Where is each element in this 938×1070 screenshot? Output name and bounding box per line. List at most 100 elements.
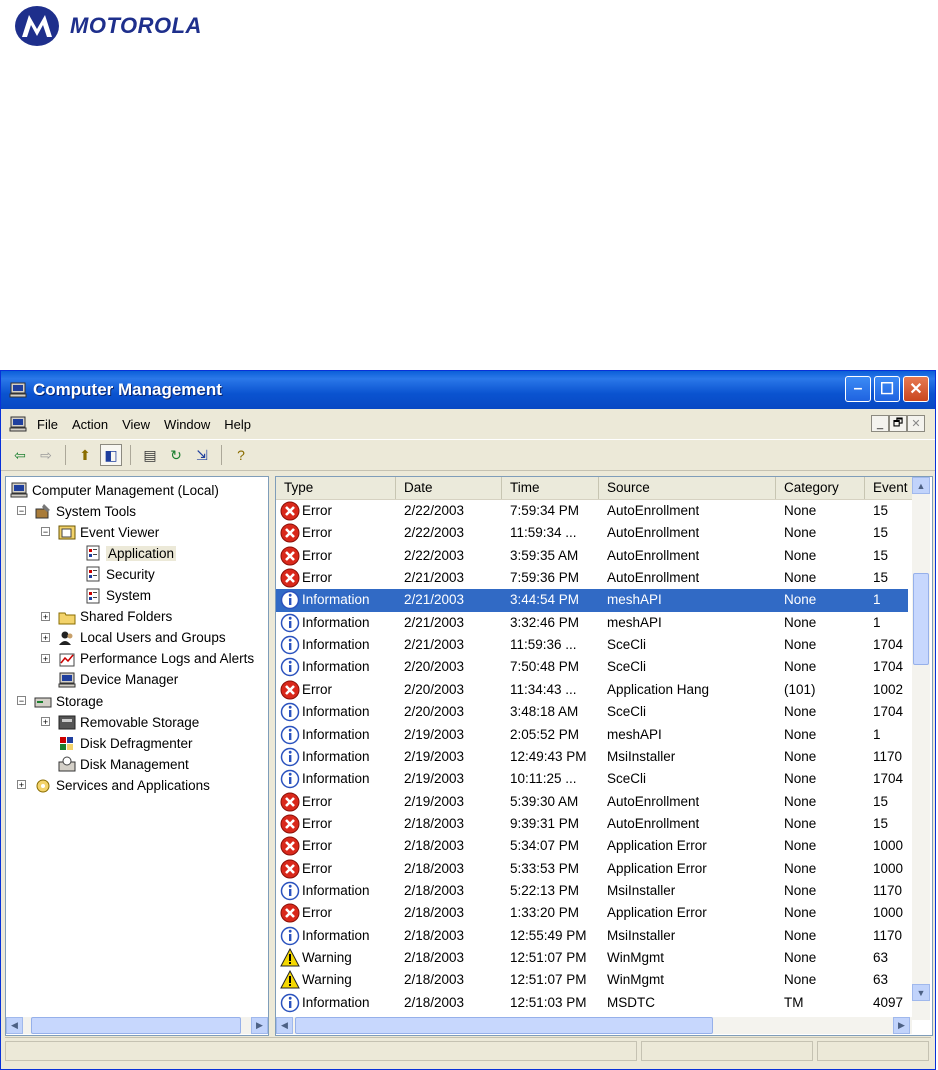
scroll-left-icon[interactable]: ◀ <box>6 1017 23 1034</box>
tree-node-disk-defragmenter[interactable]: Disk Defragmenter <box>58 733 193 753</box>
column-type[interactable]: Type <box>276 477 396 499</box>
refresh-icon[interactable]: ↻ <box>165 444 187 466</box>
scroll-thumb[interactable] <box>913 573 929 665</box>
table-row[interactable]: Error 2/19/2003 5:39:30 AM AutoEnrollment No… <box>276 791 908 813</box>
minimize-button[interactable]: – <box>845 376 871 402</box>
close-button[interactable]: ✕ <box>903 376 929 402</box>
cell-category: (101) <box>784 681 816 697</box>
table-row[interactable]: Error 2/18/2003 5:33:53 PM Application Erro… <box>276 858 908 880</box>
tree-horizontal-scrollbar[interactable]: ◀ ▶ <box>6 1017 268 1034</box>
table-row[interactable]: Error 2/18/2003 9:39:31 PM AutoEnrollment No… <box>276 813 908 835</box>
table-row[interactable]: Error 2/22/2003 11:59:34 ... AutoEnrollment… <box>276 522 908 544</box>
tree-node-event-viewer[interactable]: Event Viewer <box>58 522 159 542</box>
mdi-minimize-button[interactable]: _ <box>871 415 889 432</box>
table-row[interactable]: Information 2/19/2003 12:49:43 PM MsiInstal… <box>276 746 908 768</box>
tree-node-security[interactable]: Security <box>84 564 155 584</box>
mdi-restore-button[interactable]: 🗗 <box>889 415 907 432</box>
tree-expander-icon[interactable]: + <box>41 717 50 727</box>
table-row[interactable]: Information 2/19/2003 2:05:52 PM meshAPI Non… <box>276 724 908 746</box>
column-category[interactable]: Category <box>776 477 865 499</box>
column-time[interactable]: Time <box>502 477 599 499</box>
table-row[interactable]: Information 2/20/2003 3:48:18 AM SceCli None… <box>276 701 908 723</box>
table-row[interactable]: Error 2/22/2003 3:59:35 AM AutoEnrollment No… <box>276 545 908 567</box>
maximize-button[interactable]: ☐ <box>874 376 900 402</box>
cell-time: 12:49:43 PM <box>510 748 587 764</box>
table-row[interactable]: Warning 2/18/2003 12:51:07 PM WinMgmt None 63 <box>276 947 908 969</box>
mdi-close-button[interactable]: ✕ <box>907 415 925 432</box>
column-source[interactable]: Source <box>599 477 776 499</box>
scroll-right-icon[interactable]: ▶ <box>251 1017 268 1034</box>
scroll-thumb[interactable] <box>295 1017 713 1034</box>
cell-type: Error <box>280 679 332 701</box>
list-vertical-scrollbar[interactable]: ▲ ▼ <box>912 477 930 1020</box>
table-row[interactable]: Information 2/21/2003 11:59:36 ... SceCli No… <box>276 634 908 656</box>
tree-expander-icon[interactable]: − <box>17 696 26 706</box>
table-row[interactable]: Information 2/21/2003 3:44:54 PM meshAPI Non… <box>276 589 908 612</box>
scroll-thumb[interactable] <box>31 1017 241 1034</box>
table-row[interactable]: Warning 2/18/2003 12:51:07 PM WinMgmt None 63 <box>276 969 908 991</box>
cell-time: 5:39:30 AM <box>510 793 579 809</box>
properties-icon[interactable]: ▤ <box>139 444 161 466</box>
tree-node-system-tools[interactable]: System Tools <box>34 501 136 521</box>
column-date[interactable]: Date <box>396 477 502 499</box>
tree-expander-icon[interactable]: − <box>17 506 26 516</box>
scroll-down-icon[interactable]: ▼ <box>912 984 930 1001</box>
menu-action[interactable]: Action <box>72 417 108 432</box>
up-folder-icon[interactable]: ⬆ <box>74 444 96 466</box>
table-row[interactable]: Information 2/19/2003 10:11:25 ... SceCli No… <box>276 768 908 790</box>
tree-node-device-manager[interactable]: Device Manager <box>58 670 178 690</box>
forward-arrow-icon[interactable]: ⇨ <box>35 444 57 466</box>
cell-event: 1704 <box>873 704 904 720</box>
tree-node-disk-management[interactable]: Disk Management <box>58 754 189 774</box>
tree-expander-icon[interactable]: + <box>41 632 50 642</box>
show-hide-tree-icon[interactable]: ◧ <box>100 444 122 466</box>
cell-type: Error <box>280 567 332 589</box>
menu-help[interactable]: Help <box>224 417 251 432</box>
menu-window[interactable]: Window <box>164 417 210 432</box>
table-row[interactable]: Error 2/22/2003 7:59:34 PM AutoEnrollment No… <box>276 500 908 522</box>
cell-date: 2/20/2003 <box>404 659 465 675</box>
motorola-batwing-icon <box>15 6 59 46</box>
table-row[interactable]: Information 2/18/2003 12:51:03 PM MSDTC TM 40… <box>276 992 908 1014</box>
scroll-up-icon[interactable]: ▲ <box>912 477 930 494</box>
back-arrow-icon[interactable]: ⇦ <box>9 444 31 466</box>
cell-event: 1170 <box>873 748 903 764</box>
scroll-right-icon[interactable]: ▶ <box>893 1017 910 1034</box>
type-label: Error <box>302 503 332 518</box>
scroll-left-icon[interactable]: ◀ <box>276 1017 293 1034</box>
list-horizontal-scrollbar[interactable]: ◀ ▶ <box>276 1017 912 1034</box>
tree-node-computer-management-local[interactable]: Computer Management (Local) <box>10 480 219 500</box>
cell-category: None <box>784 748 817 764</box>
tree-expander-icon[interactable]: + <box>41 611 50 621</box>
table-row[interactable]: Information 2/20/2003 7:50:48 PM SceCli None… <box>276 656 908 678</box>
tree-node-performance-logs-and-alerts[interactable]: Performance Logs and Alerts <box>58 649 254 669</box>
cell-date: 2/21/2003 <box>404 637 465 653</box>
title-bar[interactable]: Computer Management – ☐ ✕ <box>1 371 935 409</box>
table-row[interactable]: Information 2/21/2003 3:32:46 PM meshAPI Non… <box>276 612 908 634</box>
table-row[interactable]: Error 2/20/2003 11:34:43 ... Application Ha… <box>276 679 908 701</box>
tree-expander-icon[interactable]: + <box>17 780 26 790</box>
tree-node-local-users-and-groups[interactable]: Local Users and Groups <box>58 628 226 648</box>
table-row[interactable]: Information 2/18/2003 12:55:49 PM MsiInstal… <box>276 925 908 947</box>
removable-storage-icon <box>58 715 76 730</box>
tree-expander-icon[interactable]: − <box>41 527 50 537</box>
tree-expander-icon[interactable]: + <box>41 653 50 663</box>
menu-view[interactable]: View <box>122 417 150 432</box>
help-icon[interactable]: ? <box>230 444 252 466</box>
tree-node-shared-folders[interactable]: Shared Folders <box>58 607 172 627</box>
cell-category: None <box>784 659 817 675</box>
table-row[interactable]: Error 2/18/2003 5:34:07 PM Application Erro… <box>276 835 908 857</box>
cell-date: 2/18/2003 <box>404 838 465 854</box>
menu-file[interactable]: File <box>37 417 58 432</box>
tree-node-system[interactable]: System <box>84 586 151 606</box>
table-row[interactable]: Error 2/18/2003 1:33:20 PM Application Erro… <box>276 902 908 924</box>
column-event[interactable]: Event <box>865 477 912 499</box>
tree-node-application[interactable]: Application <box>84 543 177 563</box>
tree-node-storage[interactable]: Storage <box>34 691 103 711</box>
cell-type: Warning <box>280 947 352 969</box>
tree-node-services-and-applications[interactable]: Services and Applications <box>34 775 210 795</box>
table-row[interactable]: Error 2/21/2003 7:59:36 PM AutoEnrollment No… <box>276 567 908 589</box>
export-list-icon[interactable]: ⇲ <box>191 444 213 466</box>
table-row[interactable]: Information 2/18/2003 5:22:13 PM MsiInstall… <box>276 880 908 902</box>
tree-node-removable-storage[interactable]: Removable Storage <box>58 712 199 732</box>
